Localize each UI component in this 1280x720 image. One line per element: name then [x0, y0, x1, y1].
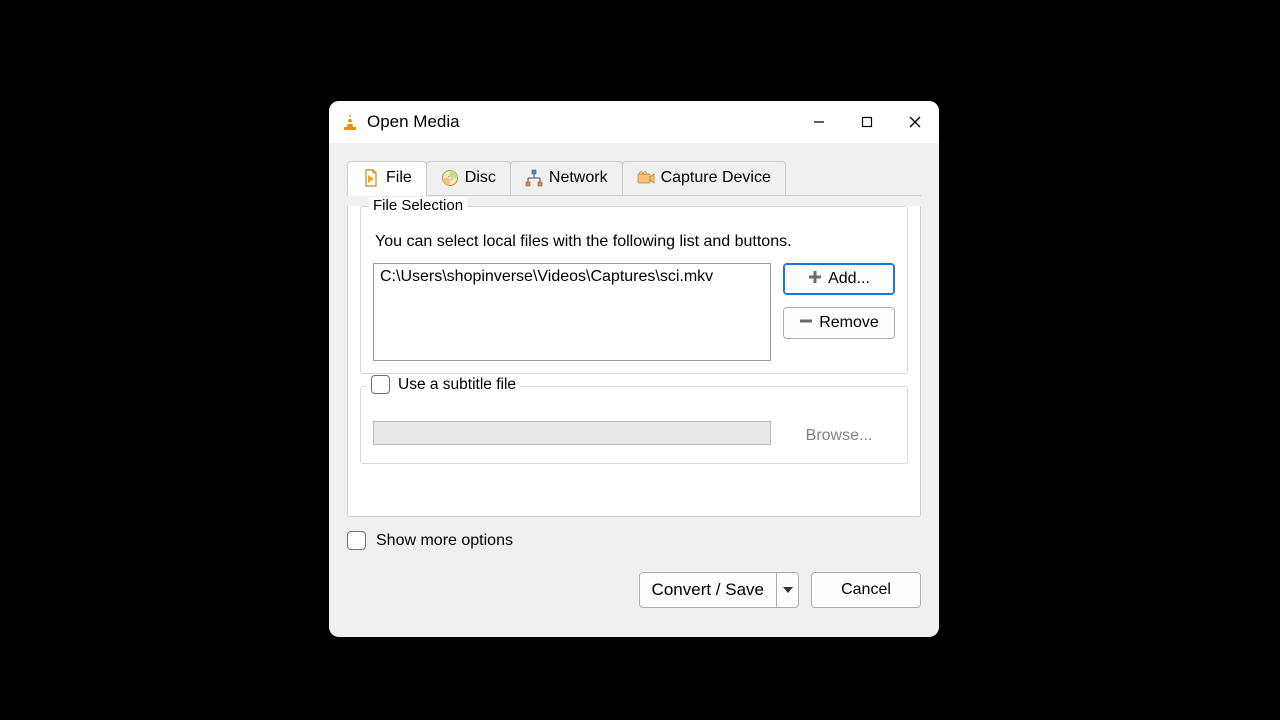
add-button-label: Add...	[828, 270, 870, 288]
close-button[interactable]	[891, 101, 939, 143]
window-title: Open Media	[367, 112, 795, 132]
tab-network[interactable]: Network	[510, 161, 623, 195]
file-icon	[362, 169, 380, 187]
show-more-row[interactable]: Show more options	[347, 531, 921, 550]
browse-button: Browse...	[783, 421, 895, 451]
network-icon	[525, 169, 543, 187]
dialog-body: File Disc	[329, 143, 939, 626]
tab-pane: File Selection You can select local file…	[347, 206, 921, 517]
disc-icon	[441, 169, 459, 187]
use-subtitle-label: Use a subtitle file	[398, 376, 516, 394]
convert-save-dropdown[interactable]	[776, 573, 798, 607]
bottom-area: Show more options Convert / Save Cancel	[347, 517, 921, 608]
file-selection-group: File Selection You can select local file…	[360, 206, 908, 374]
tab-network-label: Network	[549, 169, 608, 187]
remove-button[interactable]: Remove	[783, 307, 895, 339]
tab-file[interactable]: File	[347, 161, 427, 195]
cancel-button-label: Cancel	[841, 581, 891, 599]
tab-capture-device[interactable]: Capture Device	[622, 161, 786, 195]
remove-button-label: Remove	[819, 314, 879, 332]
use-subtitle-checkbox[interactable]	[371, 375, 390, 394]
convert-save-label[interactable]: Convert / Save	[640, 573, 776, 607]
minimize-button[interactable]	[795, 101, 843, 143]
tab-disc-label: Disc	[465, 169, 496, 187]
convert-save-button[interactable]: Convert / Save	[639, 572, 799, 608]
maximize-button[interactable]	[843, 101, 891, 143]
file-list[interactable]: C:\Users\shopinverse\Videos\Captures\sci…	[373, 263, 771, 361]
tab-bar: File Disc	[347, 161, 921, 196]
file-selection-hint: You can select local files with the foll…	[375, 233, 893, 251]
minus-icon	[799, 314, 813, 333]
titlebar: Open Media	[329, 101, 939, 143]
tab-file-label: File	[386, 169, 412, 187]
capture-device-icon	[637, 169, 655, 187]
show-more-checkbox[interactable]	[347, 531, 366, 550]
browse-button-label: Browse...	[806, 427, 873, 445]
file-selection-legend: File Selection	[369, 197, 467, 214]
add-button[interactable]: Add...	[783, 263, 895, 295]
file-list-item[interactable]: C:\Users\shopinverse\Videos\Captures\sci…	[380, 268, 764, 286]
cancel-button[interactable]: Cancel	[811, 572, 921, 608]
subtitle-group: Use a subtitle file Browse...	[360, 386, 908, 464]
tab-disc[interactable]: Disc	[426, 161, 511, 195]
window-buttons	[795, 101, 939, 143]
tab-capture-label: Capture Device	[661, 169, 771, 187]
vlc-cone-icon	[341, 112, 359, 132]
subtitle-path-input	[373, 421, 771, 445]
open-media-dialog: Open Media Fil	[329, 101, 939, 637]
show-more-label: Show more options	[376, 532, 513, 550]
plus-icon	[808, 270, 822, 289]
